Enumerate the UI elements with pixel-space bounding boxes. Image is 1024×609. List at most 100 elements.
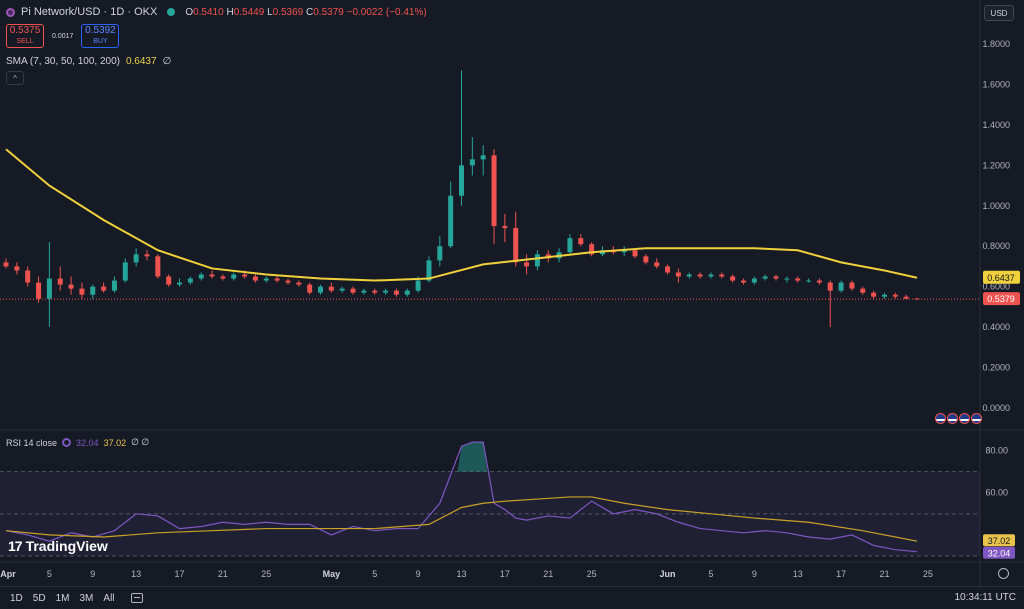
time-axis-tick-label: 9 (90, 569, 95, 579)
time-axis-tick-label: 17 (836, 569, 846, 579)
sell-label: SELL (16, 37, 34, 45)
candle-body (296, 282, 302, 285)
candle-body (795, 278, 801, 281)
candle-body (404, 290, 410, 295)
candle-body (242, 274, 248, 277)
candle-body (339, 288, 345, 291)
range-button-1d[interactable]: 1D (10, 593, 23, 604)
time-axis-tick-label: 9 (752, 569, 757, 579)
time-axis-tick-label: 5 (708, 569, 713, 579)
candle-body (708, 274, 714, 277)
price-chart-canvas[interactable]: 1.80001.60001.40001.20001.00000.80000.60… (0, 0, 1024, 609)
candle-body (534, 254, 540, 267)
candle-body (68, 284, 74, 289)
price-axis-tick-label: 0.0000 (982, 403, 1010, 413)
candle-body (46, 278, 52, 299)
candle-body (57, 278, 63, 285)
candle-body (838, 282, 844, 291)
candle-body (903, 296, 909, 299)
candle-body (459, 165, 464, 196)
us-flag-event-icon[interactable] (947, 413, 958, 424)
economic-events[interactable] (935, 413, 982, 424)
axis-settings-gear-icon[interactable] (998, 568, 1009, 579)
candle-body (90, 286, 96, 295)
spread-value: 0.0017 (52, 32, 74, 40)
candle-body (231, 274, 237, 279)
candle-body (675, 272, 681, 277)
time-axis-tick-label: Jun (660, 569, 676, 579)
pi-network-logo-icon (6, 7, 15, 17)
us-flag-event-icon[interactable] (971, 413, 982, 424)
candle-body (773, 276, 779, 279)
candle-body (415, 280, 421, 291)
go-to-date-calendar-icon[interactable] (130, 593, 143, 603)
sell-button[interactable]: 0.5375 SELL (6, 24, 44, 48)
currency-selector[interactable]: USD (984, 5, 1014, 21)
candle-body (155, 256, 161, 277)
candle-body (686, 274, 692, 277)
time-axis-tick-label: 5 (372, 569, 377, 579)
candle-body (860, 288, 866, 293)
candle-body (751, 278, 757, 283)
candle-body (198, 274, 204, 279)
time-axis-tick-label: 5 (47, 569, 52, 579)
candle-body (567, 238, 573, 253)
ohlc-low-value: 0.5369 (272, 6, 304, 18)
time-axis-tick-label: 17 (500, 569, 510, 579)
candle-body (881, 294, 887, 297)
candle-body (524, 262, 530, 267)
candle-body (79, 288, 85, 295)
range-button-5d[interactable]: 5D (33, 593, 46, 604)
time-axis-tick-label: 21 (218, 569, 228, 579)
us-flag-event-icon[interactable] (935, 413, 946, 424)
candle-body (307, 284, 313, 293)
candle-body (25, 270, 31, 283)
candle-body (14, 266, 20, 271)
candle-body (122, 262, 128, 281)
range-button-3m[interactable]: 3M (80, 593, 94, 604)
candle-body (274, 278, 280, 281)
ohlc-change-value: −0.0022 (−0.41%) (346, 6, 427, 18)
candle-body (762, 276, 768, 279)
range-button-all[interactable]: All (103, 593, 114, 604)
sma-legend[interactable]: SMA (7, 30, 50, 100, 200) 0.6437 ∅ (6, 56, 171, 67)
tradingview-logo[interactable]: 17 TradingView (8, 538, 108, 554)
market-open-status-icon (167, 8, 176, 16)
candle-body (209, 274, 215, 277)
candle-body (665, 266, 671, 273)
symbol-title[interactable]: Pi Network/USD · 1D · OKX (21, 6, 157, 18)
sma-legend-trail: ∅ (162, 56, 172, 67)
price-axis-tick-label: 0.2000 (982, 362, 1010, 372)
candle-body (469, 159, 475, 166)
rsi-axis-tick-label: 60.00 (985, 488, 1008, 498)
candle-body (513, 228, 519, 263)
candle-body (111, 280, 117, 291)
sma-legend-label: SMA (7, 30, 50, 100, 200) (6, 56, 120, 67)
rsi-legend-label: RSI 14 close (6, 437, 58, 448)
range-button-1m[interactable]: 1M (56, 593, 70, 604)
candle-body (480, 155, 486, 160)
candle-body (177, 282, 183, 285)
candle-body (372, 290, 378, 293)
ohlc-open-value: 0.5410 (193, 6, 224, 18)
tradingview-name: TradingView (25, 538, 108, 554)
candle-body (383, 290, 389, 293)
candle-body (437, 246, 443, 261)
rsi-ma-axis-label: 37.02 (988, 536, 1011, 546)
sma-price-label: 0.6437 (987, 273, 1015, 283)
buy-button[interactable]: 0.5392 BUY (81, 24, 120, 48)
time-axis-tick-label: 21 (879, 569, 889, 579)
time-axis-tick-label: 9 (416, 569, 421, 579)
utc-clock[interactable]: 10:34:11 UTC (954, 592, 1016, 603)
candle-body (643, 256, 649, 263)
us-flag-event-icon[interactable] (959, 413, 970, 424)
sell-price: 0.5375 (9, 24, 41, 36)
price-axis-tick-label: 1.2000 (982, 160, 1010, 170)
collapse-legend-chevron-up-icon[interactable]: ^ (6, 71, 24, 85)
candle-body (654, 262, 660, 267)
candle-body (263, 278, 269, 281)
price-axis-tick-label: 1.6000 (982, 80, 1010, 90)
candle-body (491, 155, 497, 227)
rsi-ma-legend-value: 37.02 (103, 437, 127, 448)
rsi-legend[interactable]: RSI 14 close 32.04 37.02 ∅ ∅ (6, 437, 149, 448)
